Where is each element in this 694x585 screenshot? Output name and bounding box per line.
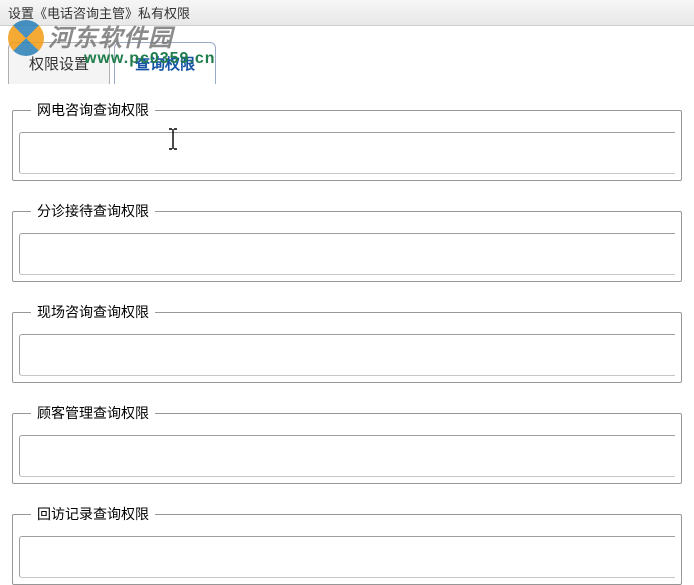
- followup-records-input[interactable]: [19, 536, 675, 578]
- group-followup-records: 回访记录查询权限: [12, 504, 682, 585]
- group-legend: 现场咨询查询权限: [31, 302, 155, 322]
- group-web-phone-consult: 网电咨询查询权限: [12, 100, 682, 181]
- tab-label: 权限设置: [29, 56, 89, 73]
- group-legend: 分诊接待查询权限: [31, 201, 155, 221]
- group-customer-mgmt: 顾客管理查询权限: [12, 403, 682, 484]
- group-onsite-consult: 现场咨询查询权限: [12, 302, 682, 383]
- tab-label: 查询权限: [135, 56, 195, 73]
- web-phone-consult-input[interactable]: [19, 132, 675, 174]
- tab-query-permissions[interactable]: 查询权限: [114, 42, 216, 84]
- group-triage-reception: 分诊接待查询权限: [12, 201, 682, 282]
- window-titlebar: 设置《电话咨询主管》私有权限: [0, 0, 694, 26]
- group-legend: 网电咨询查询权限: [31, 100, 155, 120]
- window-title: 设置《电话咨询主管》私有权限: [8, 3, 190, 22]
- tab-permission-settings[interactable]: 权限设置: [8, 42, 110, 84]
- tab-bar: 权限设置 查询权限: [0, 26, 694, 84]
- triage-reception-input[interactable]: [19, 233, 675, 275]
- content-area: 网电咨询查询权限 分诊接待查询权限 现场咨询查询权限 顾客管理查询权限 回访记录…: [0, 84, 694, 585]
- group-legend: 顾客管理查询权限: [31, 403, 155, 423]
- onsite-consult-input[interactable]: [19, 334, 675, 376]
- group-legend: 回访记录查询权限: [31, 504, 155, 524]
- customer-mgmt-input[interactable]: [19, 435, 675, 477]
